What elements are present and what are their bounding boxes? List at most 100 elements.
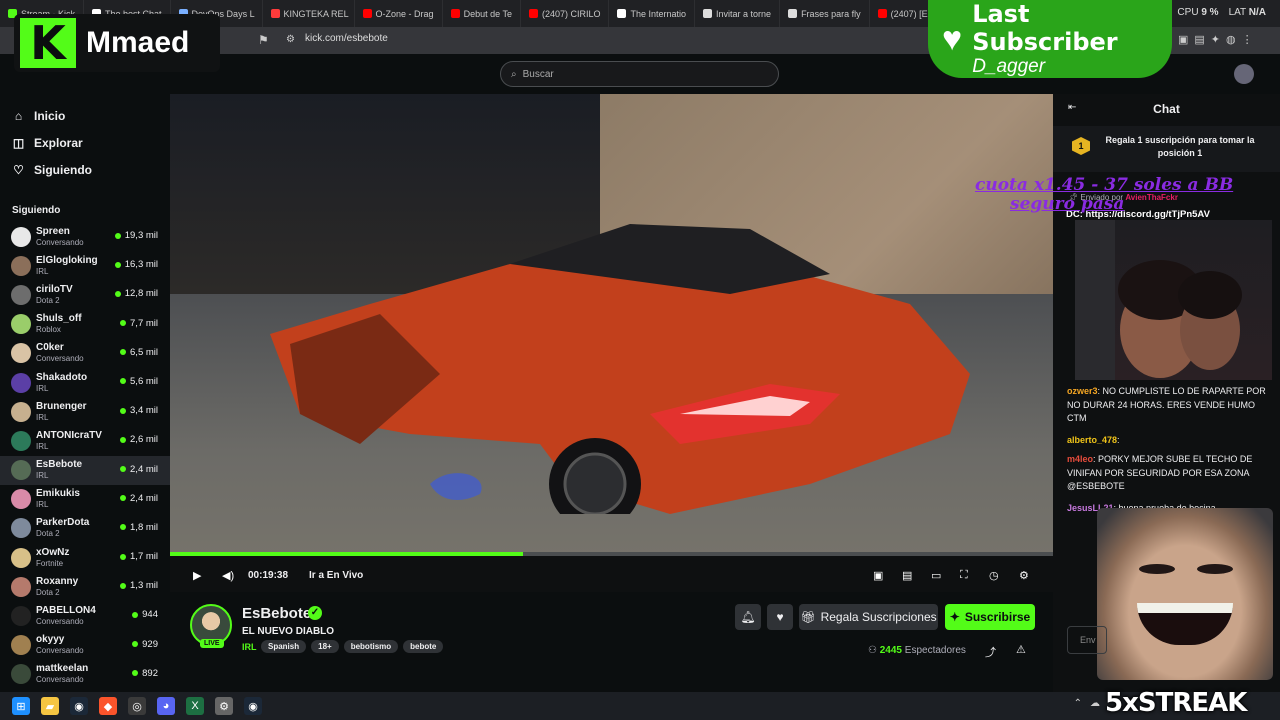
windows-icon[interactable]: ⊞ <box>12 697 30 715</box>
followed-channel[interactable]: xOwNz Fortnite 1,7 mil <box>0 543 170 572</box>
followed-channel[interactable]: ANTONIcraTV IRL 2,6 mil <box>0 426 170 455</box>
miniplayer-icon[interactable]: ▣ <box>873 569 883 582</box>
stream-tag[interactable]: bebote <box>403 640 444 653</box>
notification-bell-button[interactable]: 🔔︎ <box>735 604 761 630</box>
stream-tag[interactable]: Spanish <box>261 640 307 653</box>
chat-username[interactable]: m4leo <box>1067 454 1093 464</box>
channel-category: Roblox <box>36 325 61 335</box>
followed-channel[interactable]: mattkeelan Conversando 892 <box>0 660 170 689</box>
nav-item-explorar[interactable]: ◫ Explorar <box>0 129 170 156</box>
cloud-icon[interactable]: ☁ <box>1090 698 1100 709</box>
tab-label: (2407) CIRILO <box>541 8 601 19</box>
fullscreen-icon[interactable]: ⛶ <box>960 569 968 582</box>
followed-channel[interactable]: ciriloTV Dota 2 12,8 mil <box>0 280 170 309</box>
brand-overlay: K Mmaed <box>14 14 220 72</box>
kick-logo-icon: K <box>20 16 76 70</box>
followed-channel[interactable]: Shakadoto IRL 5,6 mil <box>0 368 170 397</box>
viewers-number: 2445 <box>879 645 902 656</box>
followed-channel[interactable]: C0ker Conversando 6,5 mil <box>0 339 170 368</box>
lat-value: N/A <box>1248 7 1266 18</box>
go-live-link[interactable]: Ir a En Vivo <box>309 570 363 581</box>
obs-icon[interactable]: ◎ <box>128 697 146 715</box>
channel-name: ElGlogloking <box>36 254 98 266</box>
excel-icon[interactable]: X <box>186 697 204 715</box>
followed-channel[interactable]: PABELLON4 Conversando 944 <box>0 601 170 630</box>
bookmark-icon[interactable]: ⚑ <box>258 33 269 47</box>
followed-channel[interactable]: ElGlogloking IRL 16,3 mil <box>0 251 170 280</box>
gift-subs-label: Regala Suscripciones <box>820 610 937 624</box>
brave-icon[interactable]: ◆ <box>99 697 117 715</box>
webcam-overlay <box>1075 220 1272 380</box>
followed-channel[interactable]: Spreen Conversando 19,3 mil <box>0 222 170 251</box>
user-avatar[interactable] <box>1234 64 1254 84</box>
channel-viewers: 16,3 mil <box>114 259 158 271</box>
system-tray[interactable]: ⌃ ☁ <box>1074 698 1100 709</box>
verified-icon: ✓ <box>308 606 322 620</box>
channel-name[interactable]: EsBebote <box>242 605 311 622</box>
volume-icon[interactable]: ◀) <box>222 569 234 582</box>
stream-time: 00:19:38 <box>248 570 289 581</box>
follow-button[interactable]: ♥ <box>767 604 793 630</box>
followed-channel[interactable]: ParkerDota Dota 2 1,8 mil <box>0 514 170 543</box>
followed-channel[interactable]: okyyy Conversando 929 <box>0 631 170 660</box>
steam-alt-icon[interactable]: ◉ <box>244 697 262 715</box>
followed-channel[interactable]: Brunenger IRL 3,4 mil <box>0 397 170 426</box>
category-link[interactable]: IRL <box>242 642 257 652</box>
play-icon[interactable]: ▶ <box>193 569 201 582</box>
followed-channel[interactable]: Roxanny Dota 2 1,3 mil <box>0 572 170 601</box>
stream-tag[interactable]: bebotismo <box>343 640 399 653</box>
viewer-count-text: 1,8 mil <box>130 521 158 533</box>
subscribe-button[interactable]: ✦ Suscribirse <box>945 604 1035 630</box>
followed-channel[interactable]: Shuls_off Roblox 7,7 mil <box>0 310 170 339</box>
tab-favicon-icon <box>877 9 887 18</box>
browser-tab[interactable]: KINGTEKA REL <box>263 0 355 27</box>
viewer-count-text: 16,3 mil <box>124 259 158 271</box>
report-icon[interactable]: ⚠ <box>1016 643 1026 656</box>
channel-name: Emikukis <box>36 488 80 500</box>
browser-tab[interactable]: Debut de Te <box>443 0 521 27</box>
live-dot-icon <box>132 641 139 648</box>
extensions-icons[interactable]: ▣▤✦◍⋮ <box>1178 33 1259 46</box>
settings-icon[interactable]: ⚙ <box>1019 569 1029 582</box>
live-dot-icon <box>120 436 127 443</box>
nav-item-siguiendo[interactable]: ♡ Siguiendo <box>0 156 170 183</box>
tray-chevron-icon[interactable]: ⌃ <box>1074 698 1082 709</box>
live-dot-icon <box>120 320 127 327</box>
browser-tab[interactable]: The Internatio <box>609 0 696 27</box>
viewer-count-text: 892 <box>142 667 158 679</box>
viewer-count-text: 2,4 mil <box>130 463 158 475</box>
following-title: Siguiendo <box>12 205 61 216</box>
stream-tag[interactable]: 18+ <box>311 640 339 653</box>
settings-icon[interactable]: ⚙ <box>215 697 233 715</box>
chat-text: : NO CUMPLISTE LO DE RAPARTE POR NO DURA… <box>1067 386 1266 423</box>
channel-category: Dota 2 <box>36 295 60 305</box>
browser-tab[interactable]: Invitar a torne <box>695 0 781 27</box>
followed-channel[interactable]: Emikukis IRL 2,4 mil <box>0 485 170 514</box>
chat-input[interactable]: Env <box>1067 626 1107 654</box>
tab-label: The Internatio <box>630 8 687 19</box>
clip-icon[interactable]: ◷ <box>989 569 999 582</box>
browser-tab[interactable]: Frases para fly <box>780 0 870 27</box>
discord-icon[interactable]: ◕ <box>157 697 175 715</box>
chat-username[interactable]: ozwer3 <box>1067 386 1098 396</box>
channel-avatar <box>11 401 31 422</box>
gift-subs-button[interactable]: 🎁︎ Regala Suscripciones <box>799 604 938 630</box>
file-explorer-icon[interactable]: ▰ <box>41 697 59 715</box>
share-icon[interactable]: ⤴ <box>985 644 996 660</box>
video-player[interactable] <box>170 94 1053 556</box>
theater-icon[interactable]: ▤ <box>902 569 912 582</box>
steam-icon[interactable]: ◉ <box>70 697 88 715</box>
viewer-count-text: 3,4 mil <box>130 405 158 417</box>
channel-category: IRL <box>36 471 49 481</box>
followed-channel[interactable]: EsBebote IRL 2,4 mil <box>0 455 170 485</box>
channel-viewers: 1,8 mil <box>120 522 158 533</box>
tab-label: KINGTEKA REL <box>283 8 349 19</box>
browser-tab[interactable]: (2407) CIRILO <box>521 0 610 27</box>
search-input[interactable]: ⌕ Buscar <box>500 61 779 87</box>
browser-tab[interactable]: O-Zone - Drag <box>355 0 443 27</box>
url-field[interactable]: kick.com/esbebote <box>305 33 388 44</box>
chat-username[interactable]: alberto_478 <box>1067 435 1117 445</box>
pip-icon[interactable]: ▭ <box>931 569 941 582</box>
site-info-icon[interactable]: ⚙ <box>286 34 295 45</box>
nav-item-inicio[interactable]: ⌂ Inicio <box>0 102 170 129</box>
